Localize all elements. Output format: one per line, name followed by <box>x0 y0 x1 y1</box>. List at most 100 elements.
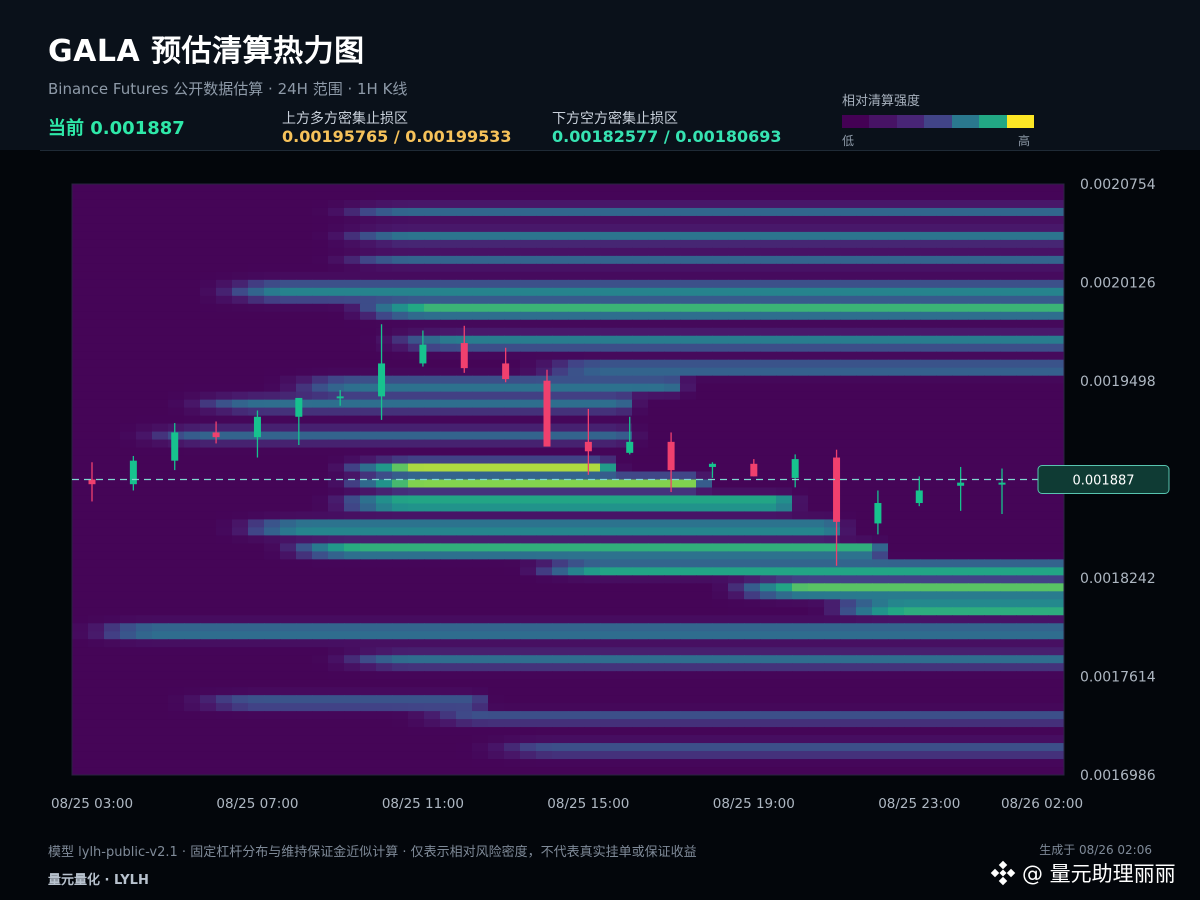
heatmap-cell <box>680 575 697 584</box>
heatmap-cell <box>360 535 377 544</box>
heatmap-cell <box>792 335 809 345</box>
heatmap-cell <box>664 423 681 433</box>
heatmap-cell <box>200 215 217 225</box>
heatmap-cell <box>376 719 393 728</box>
heatmap-cell <box>472 383 489 393</box>
heatmap-cell <box>680 735 697 744</box>
heatmap-cell <box>88 303 105 313</box>
heatmap-cell <box>200 631 217 640</box>
heatmap-cell <box>968 447 985 457</box>
heatmap-cell <box>984 655 1001 664</box>
heatmap-cell <box>152 767 169 775</box>
heatmap-cell <box>584 567 601 576</box>
heatmap-cell <box>696 511 713 521</box>
heatmap-cell <box>952 535 969 544</box>
heatmap-cell <box>872 623 889 632</box>
heatmap-cell <box>968 311 985 321</box>
heatmap-cell <box>824 551 841 560</box>
heatmap-cell <box>808 287 825 297</box>
heatmap-cell <box>216 759 233 768</box>
heatmap-cell <box>408 415 425 425</box>
heatmap-cell <box>1000 423 1017 433</box>
heatmap-cell <box>776 623 793 632</box>
heatmap-cell <box>1016 423 1033 433</box>
heatmap-cell <box>856 207 873 217</box>
heatmap-cell <box>88 527 105 537</box>
heatmap-cell <box>328 591 345 600</box>
heatmap-cell <box>184 711 201 720</box>
heatmap-cell <box>328 671 345 680</box>
heatmap-cell <box>280 311 297 321</box>
heatmap-cell <box>296 559 313 568</box>
heatmap-cell <box>1032 215 1049 225</box>
heatmap-cell <box>360 751 377 760</box>
heatmap-cell <box>344 551 361 560</box>
heatmap-cell <box>792 695 809 704</box>
heatmap-cell <box>872 335 889 345</box>
heatmap-cell <box>488 407 505 417</box>
heatmap-cell <box>184 615 201 624</box>
heatmap-cell <box>1000 695 1017 704</box>
heatmap-cell <box>696 479 713 489</box>
heatmap-cell <box>456 423 473 433</box>
heatmap-cell <box>440 215 457 225</box>
heatmap-cell <box>88 431 105 441</box>
heatmap-cell <box>152 543 169 552</box>
heatmap-cell <box>264 247 281 257</box>
heatmap-cell <box>152 351 169 361</box>
heatmap-cell <box>552 287 569 297</box>
heatmap-cell <box>936 407 953 417</box>
heatmap-cell <box>1032 455 1049 465</box>
heatmap-cell <box>216 319 233 329</box>
heatmap-cell <box>104 623 121 632</box>
heatmap-cell <box>264 487 281 497</box>
heatmap-cell <box>424 319 441 329</box>
heatmap-cell <box>360 335 377 345</box>
heatmap-cell <box>248 263 265 273</box>
heatmap-cell <box>728 471 745 481</box>
heatmap-cell <box>840 207 857 217</box>
heatmap-cell <box>792 671 809 680</box>
heatmap-cell <box>504 663 521 672</box>
heatmap-cell <box>392 543 409 552</box>
heatmap-cell <box>680 623 697 632</box>
heatmap-cell <box>248 535 265 544</box>
heatmap-cell <box>232 455 249 465</box>
heatmap-cell <box>504 431 521 441</box>
heatmap-cell <box>440 767 457 775</box>
current-price-badge-text: 0.001887 <box>1072 474 1134 489</box>
heatmap-cell <box>200 695 217 704</box>
heatmap-cell <box>936 231 953 241</box>
heatmap-cell <box>1048 551 1064 560</box>
heatmap-cell <box>408 184 425 193</box>
heatmap-cell <box>936 559 953 568</box>
heatmap-cell <box>1016 527 1033 537</box>
heatmap-cell <box>968 184 985 193</box>
heatmap-cell <box>216 327 233 337</box>
heatmap-cell <box>920 423 937 433</box>
heatmap-cell <box>936 431 953 441</box>
heatmap-cell <box>968 431 985 441</box>
heatmap-cell <box>1048 263 1064 273</box>
heatmap-cell <box>1048 255 1064 265</box>
heatmap-cell <box>856 471 873 481</box>
heatmap-cell <box>888 719 905 728</box>
heatmap-cell <box>584 471 601 481</box>
heatmap-cell <box>328 423 345 433</box>
heatmap-cell <box>120 711 137 720</box>
heatmap-cell <box>392 295 409 305</box>
heatmap-cell <box>376 184 393 193</box>
heatmap-cell <box>744 711 761 720</box>
heatmap-cell <box>1032 511 1049 521</box>
heatmap-cell <box>728 567 745 576</box>
heatmap-cell <box>72 407 89 417</box>
heatmap-cell <box>568 255 585 265</box>
heatmap-cell <box>440 423 457 433</box>
heatmap-cell <box>1032 191 1049 201</box>
heatmap-cell <box>504 519 521 529</box>
heatmap-cell <box>760 719 777 728</box>
heatmap-cell <box>408 711 425 720</box>
heatmap-cell <box>120 399 137 409</box>
heatmap-cell <box>1048 383 1064 393</box>
heatmap-cell <box>840 719 857 728</box>
